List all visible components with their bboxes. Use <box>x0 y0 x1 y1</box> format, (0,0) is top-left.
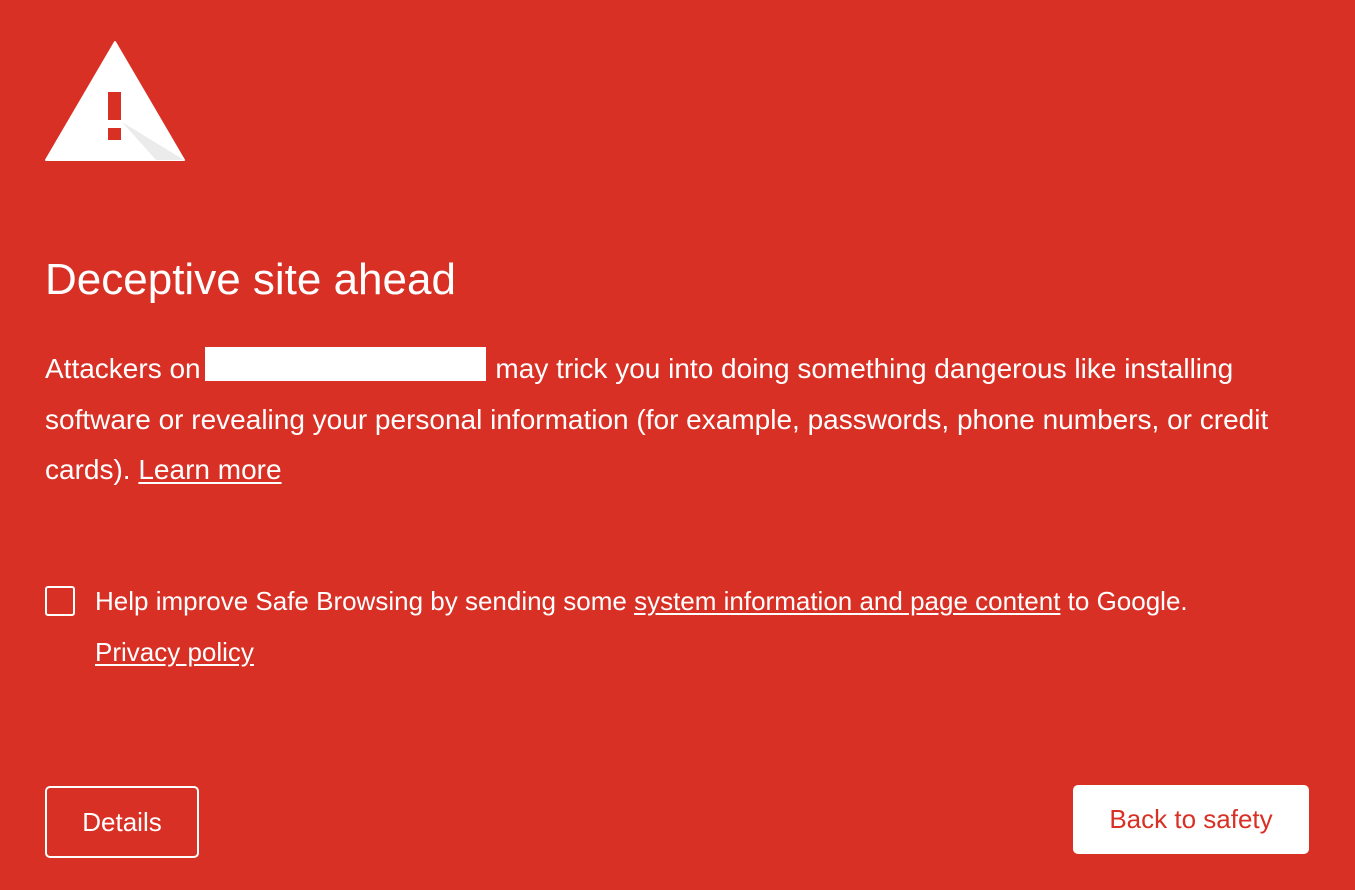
safe-browsing-optin: Help improve Safe Browsing by sending so… <box>45 582 1315 683</box>
learn-more-link[interactable]: Learn more <box>138 454 281 485</box>
safe-browsing-checkbox[interactable] <box>45 586 75 616</box>
message-prefix: Attackers on <box>45 353 201 384</box>
optin-text-prefix: Help improve Safe Browsing by sending so… <box>95 586 627 616</box>
optin-text-suffix: to Google. <box>1067 586 1188 616</box>
privacy-policy-link[interactable]: Privacy policy <box>95 637 254 667</box>
page-title: Deceptive site ahead <box>45 255 456 304</box>
details-button[interactable]: Details <box>45 786 199 858</box>
warning-triangle-icon <box>44 40 186 164</box>
optin-text: Help improve Safe Browsing by sending so… <box>95 576 1315 677</box>
system-information-link[interactable]: system information and page content <box>634 586 1060 616</box>
redacted-site-url <box>204 347 486 381</box>
back-to-safety-button[interactable]: Back to safety <box>1073 785 1309 854</box>
warning-message: Attackers on may trick you into doing so… <box>45 344 1315 496</box>
